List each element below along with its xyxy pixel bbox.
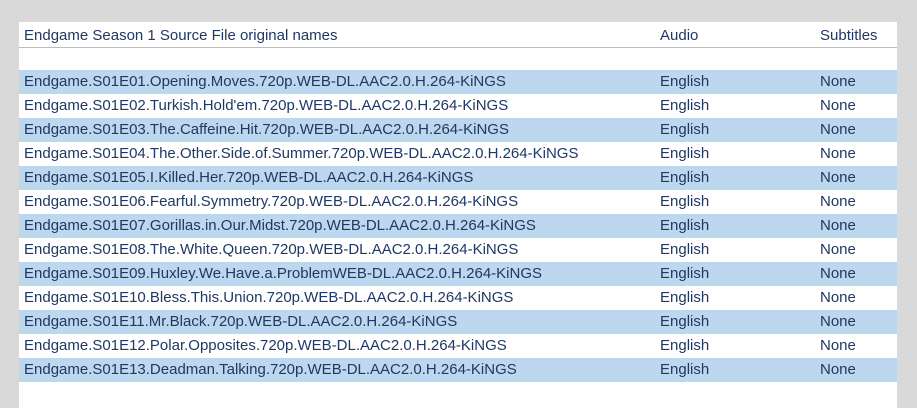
table-row: Endgame.S01E07.Gorillas.in.Our.Midst.720… <box>19 214 897 238</box>
table-row: Endgame.S01E12.Polar.Opposites.720p.WEB-… <box>19 334 897 358</box>
audio-cell: English <box>660 217 710 234</box>
audio-cell: English <box>660 241 710 258</box>
table-row: Endgame.S01E06.Fearful.Symmetry.720p.WEB… <box>19 190 897 214</box>
subtitles-cell: None <box>820 73 856 90</box>
table-row: Endgame.S01E10.Bless.This.Union.720p.WEB… <box>19 286 897 310</box>
header-subtitles: Subtitles <box>820 27 878 44</box>
table-row: Endgame.S01E02.Turkish.Hold'em.720p.WEB-… <box>19 94 897 118</box>
table-row: Endgame.S01E13.Deadman.Talking.720p.WEB-… <box>19 358 897 382</box>
file-name-cell: Endgame.S01E01.Opening.Moves.720p.WEB-DL… <box>24 73 506 90</box>
table-row: Endgame.S01E03.The.Caffeine.Hit.720p.WEB… <box>19 118 897 142</box>
file-name-cell: Endgame.S01E08.The.White.Queen.720p.WEB-… <box>24 241 519 258</box>
audio-cell: English <box>660 169 710 186</box>
audio-cell: English <box>660 337 710 354</box>
subtitles-cell: None <box>820 169 856 186</box>
file-name-cell: Endgame.S01E10.Bless.This.Union.720p.WEB… <box>24 289 514 306</box>
audio-cell: English <box>660 361 710 378</box>
subtitles-cell: None <box>820 361 856 378</box>
table-row: Endgame.S01E04.The.Other.Side.of.Summer.… <box>19 142 897 166</box>
file-names-table: Endgame Season 1 Source File original na… <box>19 22 897 408</box>
table-row: Endgame.S01E08.The.White.Queen.720p.WEB-… <box>19 238 897 262</box>
header-audio: Audio <box>660 27 699 44</box>
file-name-cell: Endgame.S01E02.Turkish.Hold'em.720p.WEB-… <box>24 97 509 114</box>
table-row: Endgame.S01E11.Mr.Black.720p.WEB-DL.AAC2… <box>19 310 897 334</box>
audio-cell: English <box>660 313 710 330</box>
subtitles-cell: None <box>820 313 856 330</box>
audio-cell: English <box>660 265 710 282</box>
audio-cell: English <box>660 193 710 210</box>
audio-cell: English <box>660 121 710 138</box>
file-name-cell: Endgame.S01E03.The.Caffeine.Hit.720p.WEB… <box>24 121 509 138</box>
audio-cell: English <box>660 145 710 162</box>
file-name-cell: Endgame.S01E06.Fearful.Symmetry.720p.WEB… <box>24 193 519 210</box>
file-name-cell: Endgame.S01E09.Huxley.We.Have.a.ProblemW… <box>24 265 543 282</box>
table-row: Endgame.S01E05.I.Killed.Her.720p.WEB-DL.… <box>19 166 897 190</box>
table-row: Endgame.S01E09.Huxley.We.Have.a.ProblemW… <box>19 262 897 286</box>
audio-cell: English <box>660 97 710 114</box>
audio-cell: English <box>660 73 710 90</box>
subtitles-cell: None <box>820 97 856 114</box>
subtitles-cell: None <box>820 241 856 258</box>
file-name-cell: Endgame.S01E07.Gorillas.in.Our.Midst.720… <box>24 217 536 234</box>
subtitles-cell: None <box>820 145 856 162</box>
file-name-cell: Endgame.S01E12.Polar.Opposites.720p.WEB-… <box>24 337 507 354</box>
audio-cell: English <box>660 289 710 306</box>
subtitles-cell: None <box>820 193 856 210</box>
file-name-cell: Endgame.S01E04.The.Other.Side.of.Summer.… <box>24 145 579 162</box>
subtitles-cell: None <box>820 217 856 234</box>
table-row: Endgame.S01E01.Opening.Moves.720p.WEB-DL… <box>19 70 897 94</box>
file-name-cell: Endgame.S01E05.I.Killed.Her.720p.WEB-DL.… <box>24 169 474 186</box>
subtitles-cell: None <box>820 265 856 282</box>
file-name-cell: Endgame.S01E11.Mr.Black.720p.WEB-DL.AAC2… <box>24 313 458 330</box>
table-header: Endgame Season 1 Source File original na… <box>19 22 897 48</box>
header-title: Endgame Season 1 Source File original na… <box>24 27 338 44</box>
subtitles-cell: None <box>820 337 856 354</box>
subtitles-cell: None <box>820 121 856 138</box>
subtitles-cell: None <box>820 289 856 306</box>
file-name-cell: Endgame.S01E13.Deadman.Talking.720p.WEB-… <box>24 361 517 378</box>
